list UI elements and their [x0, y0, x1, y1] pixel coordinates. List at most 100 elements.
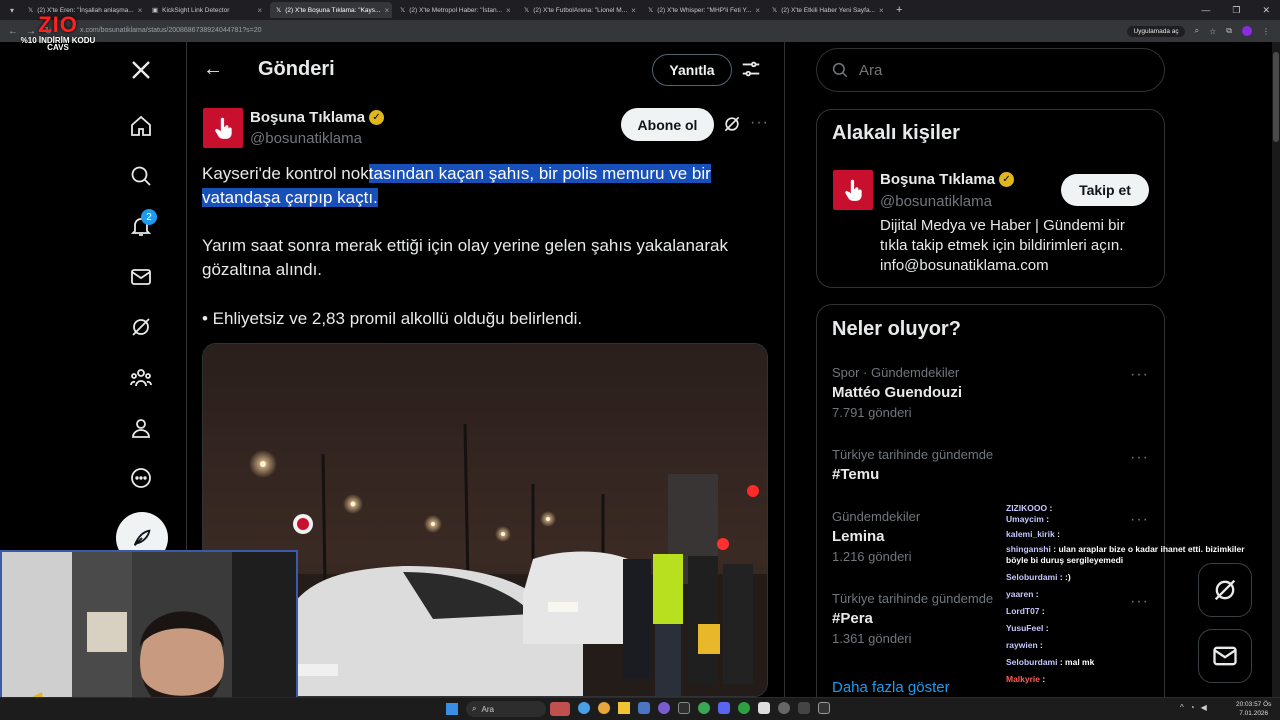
back-nav-icon[interactable]: ←: [8, 26, 18, 37]
post-paragraph: • Ehliyetsiz ve 2,83 promil alkollü oldu…: [202, 309, 583, 328]
trend-more-icon[interactable]: ···: [1130, 449, 1149, 467]
minimize-icon[interactable]: —: [1201, 5, 1210, 16]
tray-chevron-icon[interactable]: ^: [1180, 703, 1184, 712]
app-icon[interactable]: [678, 702, 690, 714]
browser-tab-active[interactable]: 𝕏 (2) X'te Boşuna Tıklama: "Kays... ×: [270, 2, 392, 18]
home-icon[interactable]: [124, 109, 158, 143]
browser-tab[interactable]: 𝕏 (2) X'te Whisper: "MHP'li Feti Y... ×: [642, 2, 764, 18]
trend-item[interactable]: Türkiye tarihinde gündemde #Temu: [832, 447, 1152, 483]
author-name-row[interactable]: Boşuna Tıklama ✓: [250, 109, 385, 126]
profile-icon[interactable]: [124, 411, 158, 445]
clock[interactable]: 20:03:57 Ös 7.01.2026: [1236, 700, 1271, 718]
close-icon[interactable]: ×: [384, 6, 389, 15]
close-window-icon[interactable]: ✕: [1262, 5, 1270, 16]
search-input[interactable]: [859, 61, 1139, 79]
notification-badge: 2: [141, 209, 157, 225]
trend-item[interactable]: Spor · Gündemdekiler Mattéo Guendouzi 7.…: [832, 365, 1152, 420]
related-avatar[interactable]: [833, 170, 873, 210]
chat-line: shinganshi : ulan araplar bize o kadar i…: [1006, 544, 1245, 554]
folder-icon[interactable]: [618, 702, 630, 714]
scrollbar-thumb[interactable]: [1273, 52, 1279, 142]
app-icon[interactable]: [638, 702, 650, 714]
app-icon[interactable]: [758, 702, 770, 714]
zoom-icon[interactable]: ⌕: [1195, 26, 1199, 36]
close-icon[interactable]: ×: [257, 6, 262, 15]
grok-icon[interactable]: [124, 310, 158, 344]
search-icon: ⌕: [472, 704, 477, 713]
close-icon[interactable]: ×: [755, 6, 760, 15]
messages-icon[interactable]: [124, 260, 158, 294]
back-button[interactable]: ←: [203, 58, 223, 81]
close-icon[interactable]: ×: [138, 6, 143, 15]
related-name-row[interactable]: Boşuna Tıklama ✓: [880, 171, 1015, 188]
trend-name: #Temu: [832, 466, 880, 483]
follow-button[interactable]: Takip et: [1061, 174, 1149, 206]
x-logo-icon: 𝕏: [400, 7, 406, 14]
reply-button[interactable]: Yanıtla: [652, 54, 732, 86]
windows-taskbar: ⌕ Ara ^ ◔ ◀ 20:03:57 Ös 7.01.2026: [0, 697, 1280, 720]
url-field[interactable]: x.com/bosunatiklama/status/2008686738924…: [80, 23, 1080, 39]
browser-tab[interactable]: 𝕏 (2) X'te Metropol Haber: "İstan... ×: [394, 2, 516, 18]
app-icon[interactable]: [798, 702, 810, 714]
chat-line: Seloburdami : mal mk: [1006, 657, 1095, 667]
app-icon[interactable]: [698, 702, 710, 714]
app-icon[interactable]: [778, 702, 790, 714]
edge-icon[interactable]: [578, 702, 590, 714]
author-avatar[interactable]: [203, 108, 243, 148]
post-text-selected: tasından kaçan şahıs, bir polis memuru v…: [368, 164, 711, 183]
app-icon[interactable]: [738, 702, 750, 714]
browser-tab[interactable]: ▣ KickSight Link Detector ×: [146, 2, 268, 18]
subscribe-button[interactable]: Abone ol: [621, 108, 714, 141]
close-icon[interactable]: ×: [631, 6, 636, 15]
verified-badge-icon: ✓: [999, 172, 1015, 187]
filter-icon[interactable]: [740, 58, 762, 80]
x-logo-icon[interactable]: [124, 53, 158, 87]
browser-tab[interactable]: 𝕏 (2) X'te Etkili Haber Yeni Sayfa... ×: [766, 2, 888, 18]
open-in-app-chip[interactable]: Uygulamada aç: [1127, 25, 1185, 37]
trend-more-icon[interactable]: ···: [1130, 366, 1149, 384]
extension-icon: ▣: [152, 7, 159, 14]
post-text-selected: vatandaşa çarpıp kaçtı.: [202, 188, 378, 207]
close-icon[interactable]: ×: [506, 6, 511, 15]
trend-meta: Türkiye tarihinde gündemde: [832, 447, 994, 462]
profile-icon[interactable]: [1242, 26, 1252, 36]
tap-hand-icon: [845, 179, 862, 201]
grok-explain-icon[interactable]: [722, 114, 742, 134]
maximize-icon[interactable]: ❐: [1232, 5, 1240, 16]
bookmark-star-icon[interactable]: ☆: [1209, 27, 1216, 36]
extensions-icon[interactable]: ⧉: [1226, 26, 1232, 36]
related-bio: Dijital Medya ve Haber | Gündemi bir tık…: [880, 217, 1125, 274]
app-icon[interactable]: [658, 702, 670, 714]
communities-icon[interactable]: [124, 361, 158, 395]
tab-label: (2) X'te Whisper: "MHP'li Feti Y...: [657, 6, 752, 14]
menu-icon[interactable]: ⋮: [1262, 27, 1270, 36]
taskbar-search[interactable]: ⌕ Ara: [466, 701, 546, 717]
volume-icon[interactable]: ◀: [1201, 703, 1207, 712]
webcam-overlay: [0, 550, 298, 720]
more-icon[interactable]: [124, 461, 158, 495]
search-icon: [832, 62, 848, 78]
new-tab-button[interactable]: +: [896, 4, 902, 16]
stream-chat: ZIZIKOOO : Umaycim : kalemi_kirik : shin…: [1006, 503, 1274, 685]
post-more-icon[interactable]: ···: [750, 114, 769, 132]
windows-start-icon[interactable]: [446, 703, 458, 715]
clock-date: 7.01.2026: [1239, 710, 1269, 717]
chrome-icon[interactable]: [598, 702, 610, 714]
related-name[interactable]: Boşuna Tıklama: [880, 171, 995, 188]
chat-line: böyle bi duruş sergileyemedi: [1006, 555, 1124, 565]
search-box[interactable]: [816, 48, 1165, 92]
app-icon[interactable]: [818, 702, 830, 714]
close-icon[interactable]: ×: [879, 6, 884, 15]
search-icon[interactable]: [124, 159, 158, 193]
author-handle[interactable]: @bosunatiklama: [250, 130, 362, 147]
x-logo-icon: 𝕏: [28, 7, 34, 14]
browser-tab[interactable]: 𝕏 (2) X'te FutbolArena: "Lionel M... ×: [518, 2, 640, 18]
author-name[interactable]: Boşuna Tıklama: [250, 109, 365, 126]
tab-label: (2) X'te Etkili Haber Yeni Sayfa...: [781, 6, 875, 14]
discord-icon[interactable]: [718, 702, 730, 714]
wifi-icon[interactable]: ◔: [1190, 703, 1195, 712]
related-handle[interactable]: @bosunatiklama: [880, 193, 992, 210]
trends-title: Neler oluyor?: [832, 318, 961, 340]
app-icon[interactable]: [550, 702, 570, 716]
show-more-link[interactable]: Daha fazla göster: [832, 679, 950, 696]
